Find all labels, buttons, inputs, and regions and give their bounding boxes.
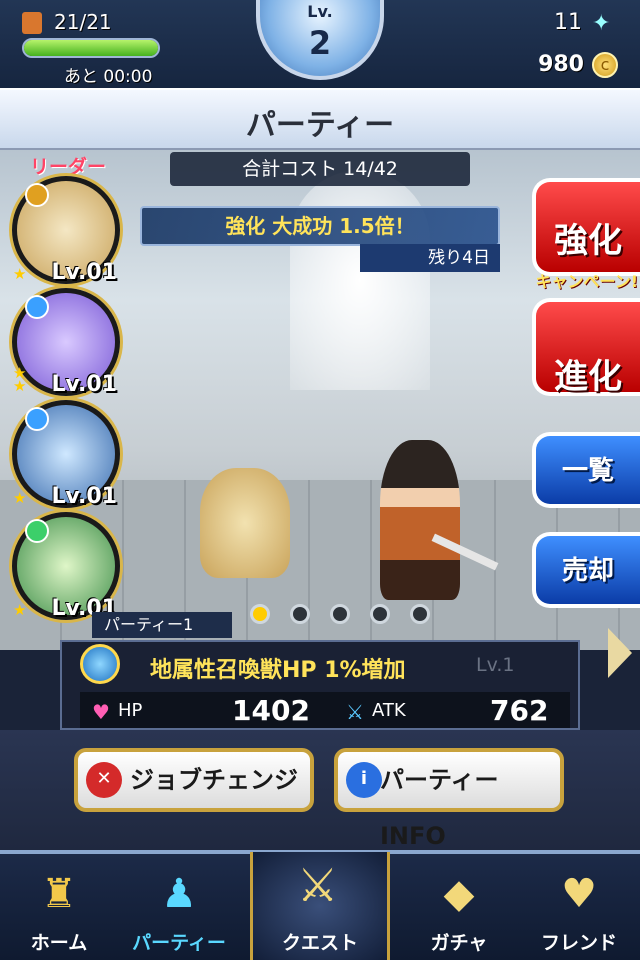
campaign-remaining: 残り4日: [360, 244, 500, 272]
stamina-timer: あと 00:00: [64, 67, 153, 87]
party-slot-1[interactable]: ★ Lv.01: [12, 176, 120, 285]
party-slot-4[interactable]: ★ Lv.01: [12, 512, 120, 621]
list-label: 一覧: [561, 456, 614, 486]
enhance-button[interactable]: 強化: [532, 178, 640, 276]
page-dot[interactable]: [330, 604, 350, 624]
hp-value: 1402: [232, 694, 310, 727]
atk-value: 762: [490, 694, 549, 727]
slot-level: Lv.01: [51, 484, 117, 509]
earth-attribute-icon: [25, 183, 49, 207]
leader-skill-text: 地属性召喚獣HP 1%増加: [150, 658, 406, 683]
nav-gacha-label: ガチャ: [430, 932, 488, 954]
coin-icon: c: [592, 52, 618, 78]
page-dot[interactable]: [410, 604, 430, 624]
info-icon: i: [346, 762, 382, 798]
crystal-icon: ◆: [443, 871, 475, 917]
party-cost: 合計コスト 14/42: [170, 152, 470, 186]
party-icon: ♟: [161, 871, 197, 917]
nav-friend[interactable]: ♥ フレンド: [520, 856, 638, 956]
sword-icon: ⚔: [346, 700, 364, 724]
window-light: [290, 170, 430, 390]
handshake-heart-icon: ♥: [561, 871, 597, 917]
page-title: パーティー: [245, 108, 395, 143]
atk-label: ATK: [372, 700, 406, 721]
level-value: 2: [308, 24, 332, 62]
swordswoman-character: [380, 440, 460, 600]
title-banner: パーティー: [0, 88, 640, 150]
nav-quest-label: クエスト: [281, 932, 358, 954]
campaign-tag: キャンペーン!: [535, 272, 639, 291]
nav-party-label: パーティー: [132, 932, 226, 954]
sell-label: 売却: [561, 556, 614, 586]
campaign-banner: 強化 大成功 1.5倍！: [140, 206, 500, 246]
stamina-icon: [22, 12, 42, 34]
nav-party[interactable]: ♟ パーティー: [120, 856, 238, 956]
enhance-label: 強化: [554, 221, 622, 261]
heart-icon: ♥: [92, 700, 110, 724]
leader-skill-icon: [80, 644, 120, 684]
stamina-bar: [22, 38, 160, 58]
page-dot[interactable]: [250, 604, 270, 624]
nav-home-label: ホーム: [30, 932, 88, 954]
crossed-swords-icon: ⚔: [297, 858, 339, 912]
page-dot[interactable]: [290, 604, 310, 624]
coin-count: 980: [538, 52, 584, 77]
gem-count: 11: [554, 10, 582, 35]
nav-friend-label: フレンド: [540, 932, 617, 954]
sell-button[interactable]: 売却: [532, 532, 640, 608]
leader-label: リーダー: [30, 156, 107, 178]
hp-label: HP: [118, 700, 143, 721]
water-attribute-icon: [25, 407, 49, 431]
party-slot-2[interactable]: ★ ★ Lv.01: [12, 288, 120, 397]
skill-level: Lv.1: [476, 654, 515, 676]
nav-home[interactable]: ♜ ホーム: [0, 856, 118, 956]
job-change-label: ジョブチェンジ: [130, 766, 298, 794]
page-dot[interactable]: [370, 604, 390, 624]
stamina-fill: [24, 40, 158, 56]
party-info-button[interactable]: i パーティーINFO: [334, 748, 564, 850]
knight-character: [200, 468, 290, 578]
party-slot-3[interactable]: ★ Lv.01: [12, 400, 120, 509]
party-name-tab: パーティー1: [92, 612, 232, 638]
nav-gacha[interactable]: ◆ ガチャ: [400, 856, 518, 956]
wind-attribute-icon: [25, 519, 49, 543]
nav-quest[interactable]: ⚔ クエスト: [250, 852, 390, 960]
evolve-label: 進化: [554, 357, 622, 397]
water-attribute-icon: [25, 295, 49, 319]
slot-level: Lv.01: [51, 260, 117, 285]
evolve-button[interactable]: 進化: [532, 298, 640, 397]
gem-icon: ✦: [592, 11, 611, 36]
slot-level: Lv.01: [51, 372, 117, 397]
level-label: Lv.: [307, 2, 333, 21]
job-change-icon: ✕: [86, 762, 122, 798]
castle-icon: ♜: [41, 871, 77, 917]
list-button[interactable]: 一覧: [532, 432, 640, 508]
stamina-text: 21/21: [54, 10, 112, 34]
job-change-button[interactable]: ✕ ジョブチェンジ: [74, 748, 314, 812]
